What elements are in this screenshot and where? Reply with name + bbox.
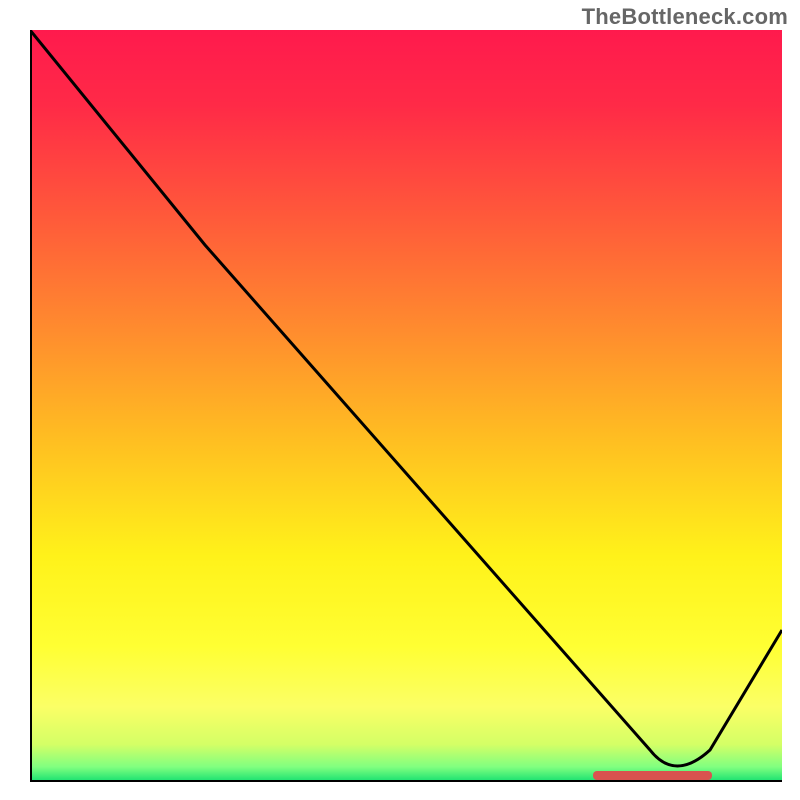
optimal-range-marker (593, 771, 712, 780)
watermark-label: TheBottleneck.com (582, 4, 788, 30)
bottleneck-chart (30, 30, 782, 782)
chart-container: TheBottleneck.com (0, 0, 800, 800)
gradient-area (30, 30, 782, 782)
